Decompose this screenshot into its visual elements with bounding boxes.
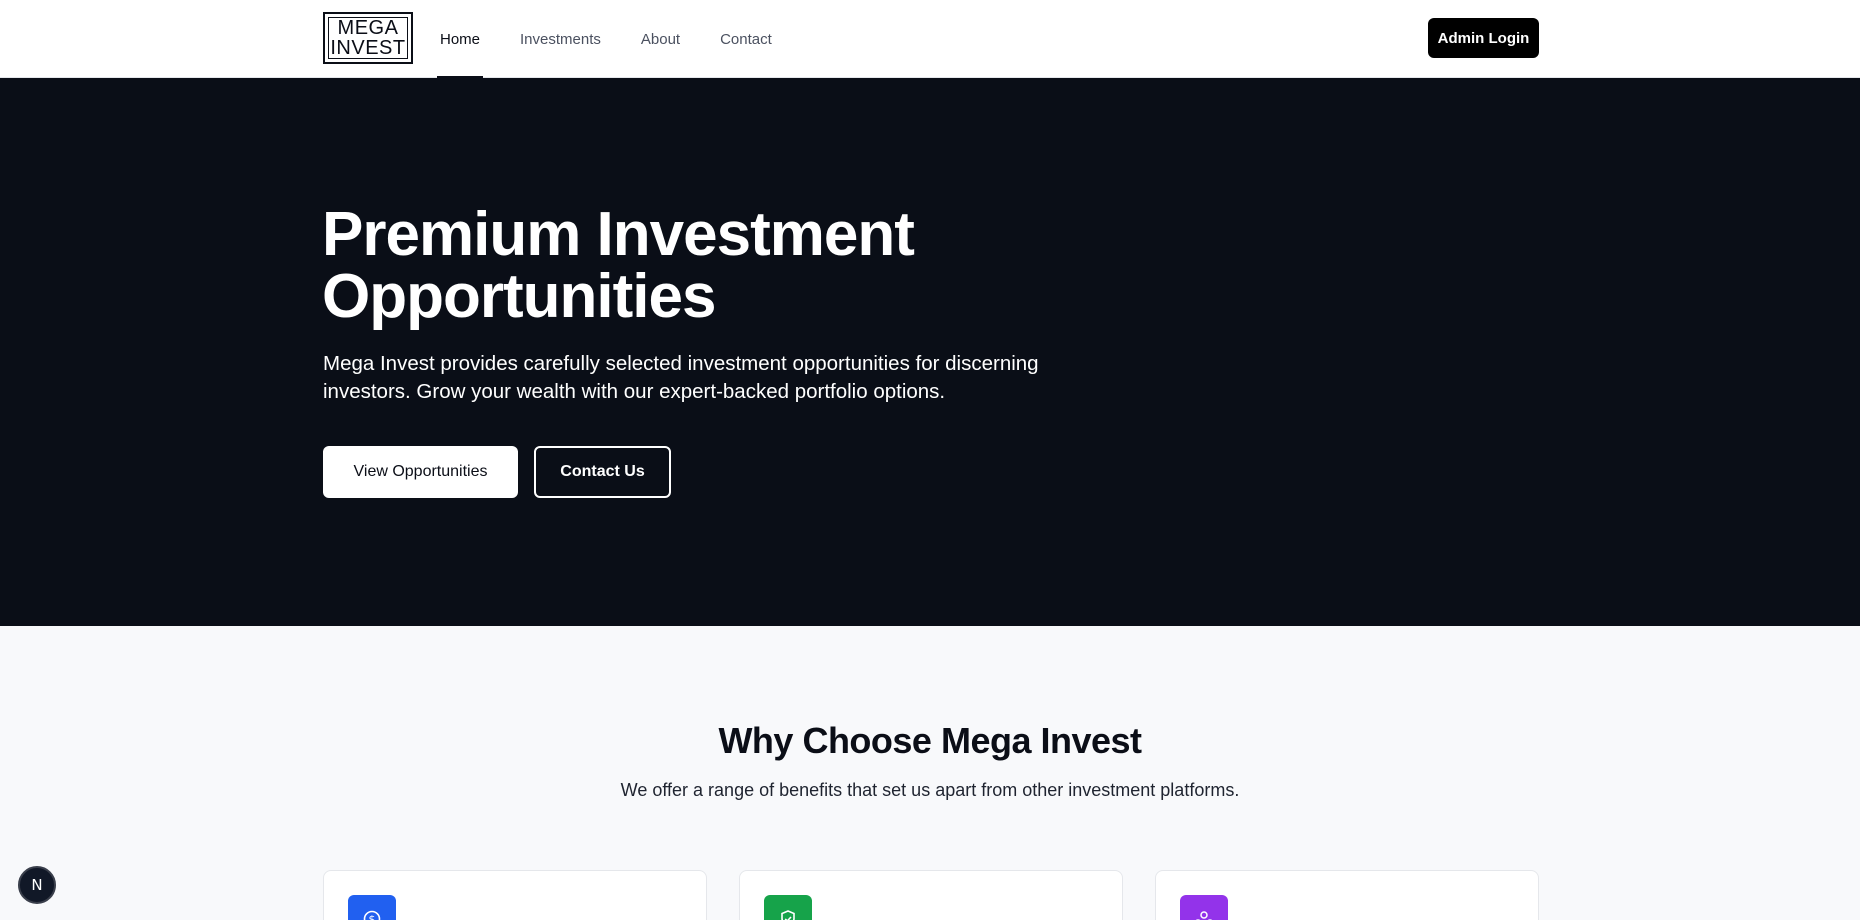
- logo-frame: MEGA INVEST: [328, 17, 408, 59]
- hero-description-line2: investors. Grow your wealth with our exp…: [323, 380, 946, 403]
- logo-text-line2: INVEST: [330, 37, 406, 59]
- nextjs-dev-badge[interactable]: N: [18, 866, 56, 904]
- hero-description-line1: Mega Invest provides carefully selected …: [323, 352, 1039, 375]
- network-icon: [1180, 895, 1228, 920]
- logo-text-line1: MEGA: [337, 17, 399, 39]
- features-title: Why Choose Mega Invest: [718, 720, 1142, 761]
- hero-title-line1: Premium Investment: [322, 200, 915, 269]
- mega-invest-logo[interactable]: MEGA INVEST: [323, 12, 413, 64]
- nav-contact[interactable]: Contact: [717, 0, 775, 78]
- contact-us-button[interactable]: Contact Us: [534, 446, 671, 498]
- hero-title: Premium Investment Opportunities: [322, 204, 1122, 328]
- hero-section: Premium Investment Opportunities Mega In…: [0, 78, 1860, 626]
- svg-text:$: $: [369, 913, 376, 920]
- main-nav: Home Investments About Contact: [437, 0, 809, 79]
- admin-login-button[interactable]: Admin Login: [1428, 18, 1539, 58]
- nav-investments[interactable]: Investments: [517, 0, 604, 78]
- site-header: MEGA INVEST Home Investments About Conta…: [0, 0, 1860, 79]
- shield-icon: [764, 895, 812, 920]
- feature-card: [1155, 870, 1539, 920]
- nav-about[interactable]: About: [638, 0, 683, 78]
- nav-home[interactable]: Home: [437, 0, 484, 79]
- feature-card: $: [323, 870, 707, 920]
- dollar-icon: $: [348, 895, 396, 920]
- hero-title-line2: Opportunities: [322, 262, 716, 331]
- feature-card: [739, 870, 1123, 920]
- hero-description: Mega Invest provides carefully selected …: [323, 350, 1103, 406]
- features-subtitle: We offer a range of benefits that set us…: [620, 780, 1240, 800]
- view-opportunities-button[interactable]: View Opportunities: [323, 446, 518, 498]
- dev-badge-letter: N: [31, 876, 43, 894]
